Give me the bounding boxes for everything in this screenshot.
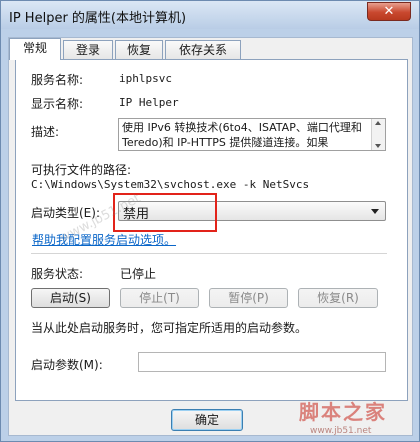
startup-type-value: 禁用 (123, 207, 150, 222)
start-params-input[interactable] (138, 352, 386, 372)
separator (31, 253, 387, 254)
tab-general[interactable]: 常规 (9, 38, 61, 60)
service-name-label: 服务名称: (31, 73, 84, 87)
description-label: 描述: (31, 125, 60, 139)
path-value: C:\Windows\System32\svchost.exe -k NetSv… (31, 178, 310, 191)
service-status-value: 已停止 (120, 267, 157, 281)
display-name-label: 显示名称: (31, 97, 84, 111)
service-name-value: iphlpsvc (119, 72, 172, 85)
scroll-up-icon[interactable] (375, 121, 381, 125)
pause-button[interactable]: 暂停(P) (209, 288, 288, 308)
help-configure-link[interactable]: 帮助我配置服务启动选项。 (32, 231, 176, 248)
start-button[interactable]: 启动(S) (31, 288, 110, 308)
description-text: 使用 IPv6 转换技术(6to4、ISATAP、端口代理和 Teredo)和 … (122, 121, 362, 149)
description-scrollbar[interactable] (371, 119, 385, 150)
title-bar[interactable]: IP Helper 的属性(本地计算机) ✕ (1, 1, 419, 29)
window-title: IP Helper 的属性(本地计算机) (9, 11, 187, 26)
tab-dependencies[interactable]: 依存关系 (165, 40, 241, 59)
scroll-down-icon[interactable] (375, 144, 381, 148)
description-textbox[interactable]: 使用 IPv6 转换技术(6to4、ISATAP、端口代理和 Teredo)和 … (118, 118, 386, 151)
path-label: 可执行文件的路径: (31, 163, 132, 177)
stop-button[interactable]: 停止(T) (120, 288, 199, 308)
display-name-value: IP Helper (119, 96, 179, 109)
start-params-label: 启动参数(M): (31, 358, 103, 372)
close-button[interactable]: ✕ (367, 2, 411, 21)
resume-button[interactable]: 恢复(R) (298, 288, 378, 308)
properties-window: IP Helper 的属性(本地计算机) ✕ 常规 登录 恢复 依存关系 服务名… (0, 0, 420, 442)
service-status-label: 服务状态: (31, 267, 84, 281)
start-params-hint: 当从此处启动服务时，您可指定所适用的启动参数。 (31, 321, 308, 335)
tab-logon[interactable]: 登录 (63, 40, 113, 59)
close-icon: ✕ (383, 4, 395, 19)
ok-button[interactable]: 确定 (171, 409, 243, 431)
startup-type-select[interactable]: 禁用 (118, 201, 386, 222)
tab-recovery[interactable]: 恢复 (115, 40, 163, 59)
chevron-down-icon[interactable] (371, 209, 379, 214)
startup-type-label: 启动类型(E): (31, 206, 100, 220)
